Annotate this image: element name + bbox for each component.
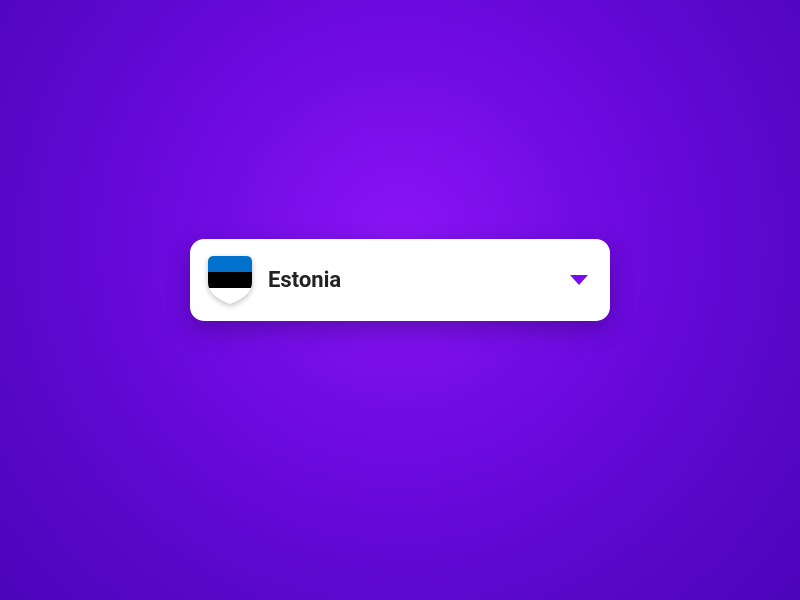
country-dropdown[interactable]: Estonia <box>190 239 610 321</box>
chevron-down-icon <box>570 275 588 285</box>
country-selected-label: Estonia <box>268 268 570 293</box>
estonia-flag-icon <box>208 256 252 304</box>
